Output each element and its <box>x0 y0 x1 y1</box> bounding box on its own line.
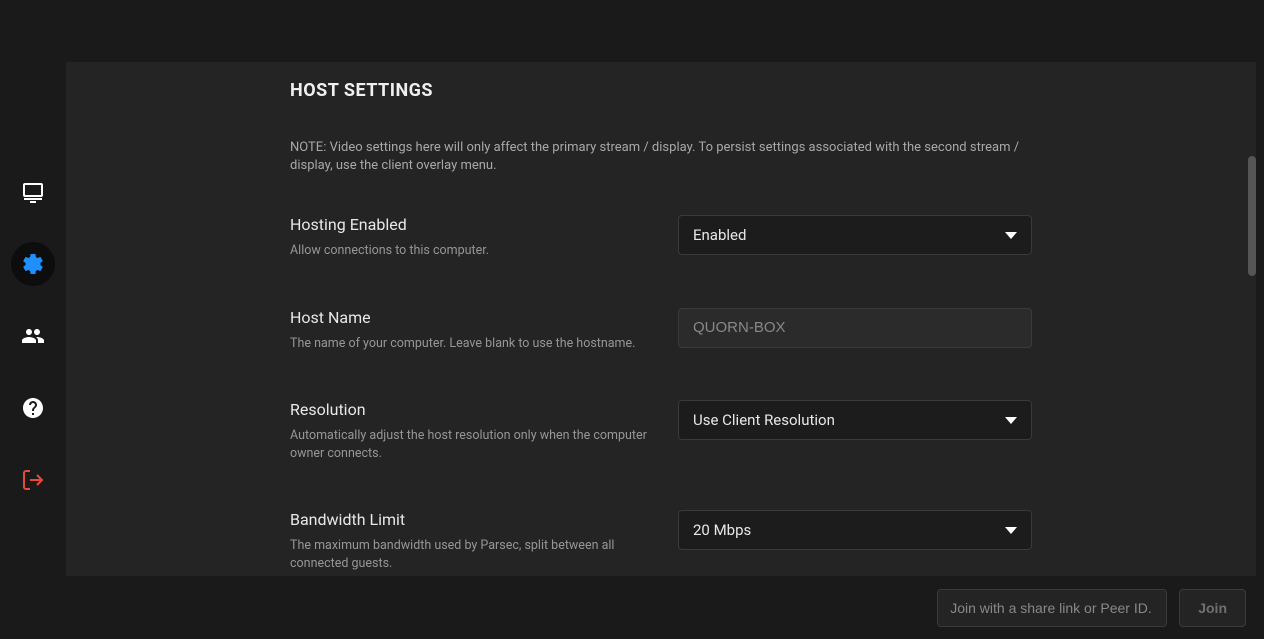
sidebar-item-logout[interactable] <box>11 458 55 502</box>
chevron-down-icon <box>1005 527 1017 534</box>
sidebar-item-friends[interactable] <box>11 314 55 358</box>
select-value: 20 Mbps <box>693 521 751 539</box>
setting-host-name: Host Name The name of your computer. Lea… <box>290 308 1032 353</box>
sidebar <box>0 0 66 639</box>
select-value: Use Client Resolution <box>693 411 835 429</box>
friends-icon <box>21 324 45 348</box>
hosting-enabled-select[interactable]: Enabled <box>678 215 1032 255</box>
setting-bandwidth: Bandwidth Limit The maximum bandwidth us… <box>290 510 1032 572</box>
chevron-down-icon <box>1005 417 1017 424</box>
main-content: HOST SETTINGS NOTE: Video settings here … <box>66 62 1256 576</box>
sidebar-item-help[interactable] <box>11 386 55 430</box>
setting-label: Hosting Enabled <box>290 215 658 234</box>
setting-label: Bandwidth Limit <box>290 510 658 529</box>
setting-resolution: Resolution Automatically adjust the host… <box>290 400 1032 462</box>
computer-icon <box>21 180 45 204</box>
join-input[interactable] <box>937 589 1167 627</box>
setting-description: Allow connections to this computer. <box>290 242 658 260</box>
scrollbar-thumb[interactable] <box>1248 156 1256 276</box>
setting-description: The name of your computer. Leave blank t… <box>290 335 658 353</box>
page-title: HOST SETTINGS <box>290 80 1032 101</box>
setting-description: The maximum bandwidth used by Parsec, sp… <box>290 537 658 572</box>
logout-icon <box>21 468 45 492</box>
join-button[interactable]: Join <box>1179 589 1246 627</box>
setting-label: Resolution <box>290 400 658 419</box>
settings-note: NOTE: Video settings here will only affe… <box>290 139 1020 175</box>
bandwidth-select[interactable]: 20 Mbps <box>678 510 1032 550</box>
bottom-bar: Join <box>66 576 1264 639</box>
setting-label: Host Name <box>290 308 658 327</box>
resolution-select[interactable]: Use Client Resolution <box>678 400 1032 440</box>
setting-hosting-enabled: Hosting Enabled Allow connections to thi… <box>290 215 1032 260</box>
setting-description: Automatically adjust the host resolution… <box>290 427 658 462</box>
sidebar-item-settings[interactable] <box>11 242 55 286</box>
gear-icon <box>21 252 45 276</box>
host-name-input[interactable] <box>678 308 1032 348</box>
chevron-down-icon <box>1005 232 1017 239</box>
sidebar-item-computers[interactable] <box>11 170 55 214</box>
select-value: Enabled <box>693 226 746 244</box>
help-icon <box>21 396 45 420</box>
